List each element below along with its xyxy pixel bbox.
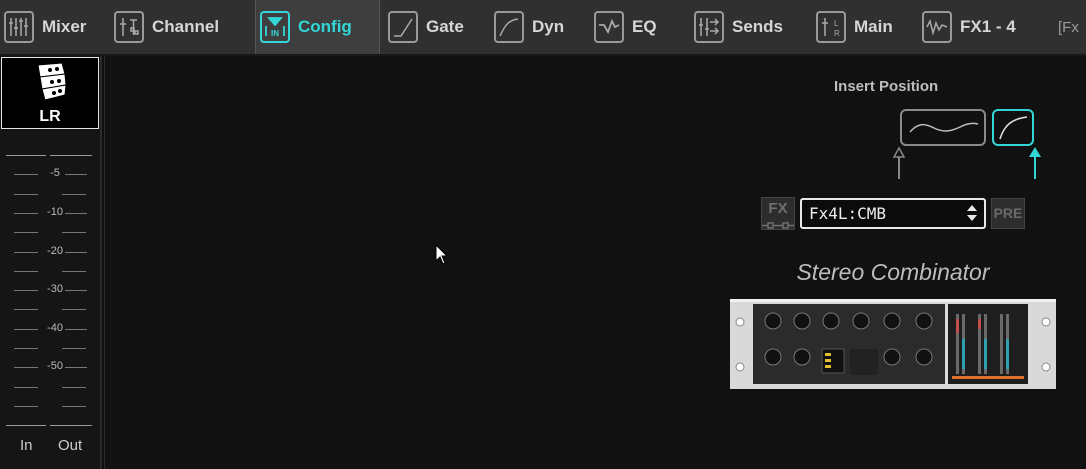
- insert-pos-dyn-button[interactable]: [992, 109, 1034, 146]
- insert-arrow-eq-icon: [892, 146, 906, 179]
- tab-fx-partial[interactable]: [Fx: [1054, 0, 1086, 54]
- meter-tick: [14, 252, 38, 253]
- insert-pos-eq-button[interactable]: [900, 109, 986, 146]
- config-input-icon: IN: [260, 11, 290, 43]
- effect-name: Stereo Combinator: [796, 259, 990, 285]
- meter-tick: [62, 387, 86, 388]
- meter-tick: [65, 367, 87, 368]
- fx-button-label: FX: [768, 200, 788, 217]
- tab-sends[interactable]: Sends: [690, 0, 810, 54]
- meter-scale-label: -40: [47, 322, 63, 334]
- mixer-faders-icon: [4, 11, 34, 43]
- gate-curve-icon: [388, 11, 418, 43]
- meter-tick: [14, 174, 38, 175]
- tab-gate-label: Gate: [426, 17, 464, 36]
- tab-dyn[interactable]: Dyn: [490, 0, 588, 54]
- fx-button[interactable]: FX: [761, 197, 795, 230]
- meter-scale-label: -5: [50, 167, 60, 179]
- pre-button[interactable]: PRE: [991, 198, 1025, 229]
- tab-eq[interactable]: EQ: [590, 0, 690, 54]
- meter-tick: [14, 348, 38, 349]
- speaker-array-icon: [37, 62, 67, 101]
- tab-mixer-label: Mixer: [42, 17, 87, 36]
- meter-tick: [14, 387, 38, 388]
- meter-tick: [14, 290, 38, 291]
- tab-mixer[interactable]: Mixer: [0, 0, 100, 54]
- tab-fx1-4-label: FX1 - 4: [960, 17, 1016, 36]
- meter-scale-label: -30: [47, 283, 63, 295]
- meter-tick: [14, 329, 38, 330]
- tab-sends-label: Sends: [732, 17, 784, 36]
- meter-tick: [62, 309, 86, 310]
- tab-config[interactable]: IN Config: [255, 0, 380, 54]
- meter-scale-label: -20: [47, 245, 63, 257]
- eq-curve-icon: [909, 122, 979, 133]
- insert-arrow-dyn-icon: [1029, 147, 1041, 179]
- meter-tick: [14, 271, 38, 272]
- fx-partial-icon: [Fx: [1058, 18, 1079, 36]
- channel-strip-icon: [114, 11, 144, 43]
- meter-tick: [6, 155, 46, 156]
- tab-gate[interactable]: Gate: [384, 0, 484, 54]
- fx-wave-icon: [922, 11, 952, 43]
- meter-tick: [14, 406, 38, 407]
- meter-tick: [6, 425, 46, 426]
- fx-slot-value: Fx4L:CMB: [809, 204, 887, 223]
- select-updown-icon: [967, 205, 977, 221]
- meter-tick: [62, 348, 86, 349]
- stereo-combinator-rack-image: [730, 299, 1056, 389]
- meter-scale-label: -10: [47, 206, 63, 218]
- meter-tick: [65, 329, 87, 330]
- svg-text:L: L: [834, 19, 839, 28]
- meter-tick: [62, 271, 86, 272]
- tab-dyn-label: Dyn: [532, 17, 565, 36]
- meter-tick: [65, 213, 87, 214]
- meter-tick: [50, 155, 92, 156]
- main-lr-icon: L R: [816, 11, 846, 43]
- tab-main[interactable]: L R Main: [812, 0, 916, 54]
- tab-main-label: Main: [854, 17, 893, 36]
- dynamics-curve-icon: [999, 116, 1028, 140]
- fx-slot-select[interactable]: Fx4L:CMB: [800, 198, 986, 229]
- meter-tick: [14, 232, 38, 233]
- dynamics-curve-icon: [494, 11, 524, 43]
- meter-tick: [14, 194, 38, 195]
- sends-icon: [694, 11, 724, 43]
- tab-fx1-4[interactable]: FX1 - 4: [918, 0, 1050, 54]
- meter-tick: [62, 406, 86, 407]
- svg-text:IN: IN: [271, 29, 279, 38]
- meter-tick: [62, 194, 86, 195]
- eq-curve-icon: [594, 11, 624, 43]
- channel-select-lr[interactable]: LR: [1, 57, 99, 129]
- meter-out-label: Out: [58, 437, 83, 454]
- meter-tick: [14, 213, 38, 214]
- meter-tick: [65, 252, 87, 253]
- meter-in-label: In: [20, 437, 33, 454]
- insert-position-title: Insert Position: [834, 78, 939, 95]
- channel-strip-panel: LR -5 -10 -20 -30 -40 -50 In Out: [0, 56, 102, 469]
- meter-tick: [14, 367, 38, 368]
- meter-tick: [50, 425, 92, 426]
- tab-config-label: Config: [298, 17, 352, 36]
- meter-tick: [65, 290, 87, 291]
- fx-routing-icon: [762, 222, 794, 229]
- tab-channel[interactable]: Channel: [110, 0, 254, 54]
- meter-tick: [62, 232, 86, 233]
- meter-scale-label: -50: [47, 360, 63, 372]
- tab-channel-label: Channel: [152, 17, 220, 36]
- svg-text:R: R: [834, 29, 840, 38]
- tab-bar: Mixer Channel IN Config Gate Dyn EQ Send…: [0, 0, 1086, 56]
- tab-eq-label: EQ: [632, 17, 657, 36]
- channel-name: LR: [39, 108, 61, 125]
- meter-tick: [14, 309, 38, 310]
- meter-tick: [65, 174, 87, 175]
- mouse-pointer-icon: [435, 244, 449, 265]
